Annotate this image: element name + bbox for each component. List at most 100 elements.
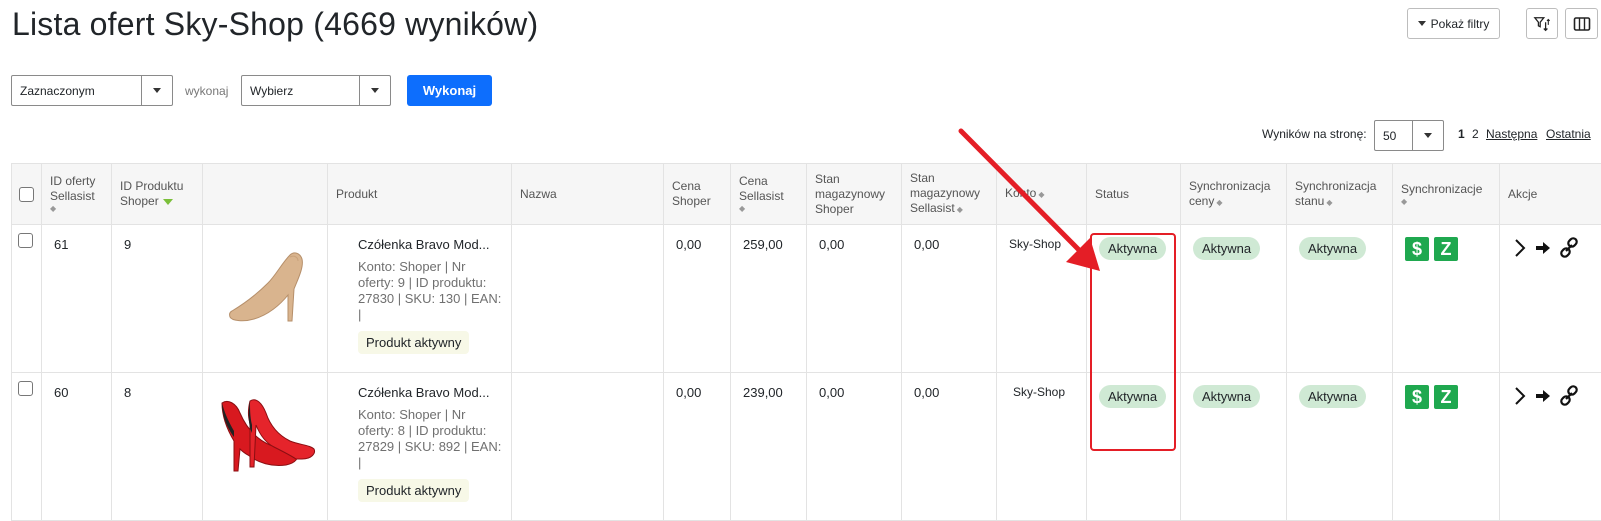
- syncs-cell: $Z: [1393, 225, 1500, 373]
- per-page-select[interactable]: 50: [1374, 120, 1444, 151]
- table-header-row: ID oferty Sellasist◆ ID Produktu Shoper …: [12, 164, 1601, 225]
- show-filters-button[interactable]: Pokaż filtry: [1407, 8, 1500, 39]
- next-page-link[interactable]: Następna: [1486, 127, 1537, 141]
- header-name: Nazwa: [512, 164, 664, 225]
- product-name[interactable]: Czółenka Bravo Mod...: [358, 385, 503, 400]
- row-checkbox[interactable]: [18, 233, 33, 248]
- link-icon[interactable]: [1558, 237, 1580, 259]
- last-page-link[interactable]: Ostatnia: [1546, 127, 1591, 141]
- offers-table: ID oferty Sellasist◆ ID Produktu Shoper …: [11, 163, 1601, 521]
- page-title: Lista ofert Sky-Shop (4669 wyników): [12, 6, 538, 43]
- product-id-cell: 9: [112, 225, 203, 373]
- header-sync-price[interactable]: Synchronizacja ceny◆: [1181, 164, 1287, 225]
- execute-button[interactable]: Wykonaj: [407, 75, 492, 106]
- sync-stock-badge: Aktywna: [1299, 237, 1366, 260]
- header-status: Status: [1087, 164, 1181, 225]
- bulk-action-value: Wybierz: [242, 84, 359, 98]
- link-icon[interactable]: [1558, 385, 1580, 407]
- dollar-sync-icon[interactable]: $: [1405, 237, 1429, 261]
- beige-heel-shoe: [210, 233, 320, 333]
- offer-id-cell: 60: [42, 373, 112, 521]
- sort-icon: ◆: [1401, 197, 1491, 207]
- dropdown-arrow-icon[interactable]: [359, 76, 390, 105]
- product-id-cell: 8: [112, 373, 203, 521]
- header-price-shoper: Cena Shoper: [664, 164, 731, 225]
- header-stock-shoper: Stan magazynowy Shoper: [807, 164, 902, 225]
- show-filters-label: Pokaż filtry: [1431, 17, 1490, 31]
- name-cell: [512, 373, 664, 521]
- sort-icon: ◆: [1216, 198, 1222, 207]
- row-checkbox[interactable]: [18, 381, 33, 396]
- select-all-cell: [12, 164, 42, 225]
- price-shoper-cell: 0,00: [664, 225, 731, 373]
- z-sync-icon[interactable]: Z: [1434, 237, 1458, 261]
- dropdown-arrow-icon[interactable]: [1412, 121, 1443, 150]
- page-2-link[interactable]: 2: [1472, 127, 1479, 141]
- header-product: Produkt: [328, 164, 512, 225]
- row-select-cell: [12, 373, 42, 521]
- columns-button[interactable]: [1565, 8, 1598, 39]
- per-page-value: 50: [1375, 129, 1412, 143]
- header-account[interactable]: Konto◆: [997, 164, 1087, 225]
- bulk-scope-select[interactable]: Zaznaczonym: [11, 75, 173, 106]
- filter-sort-button[interactable]: [1526, 8, 1558, 39]
- stock-shoper-cell: 0,00: [807, 225, 902, 373]
- header-price-sellasist[interactable]: Cena Sellasist◆: [731, 164, 807, 225]
- sync-price-badge: Aktywna: [1193, 385, 1260, 408]
- product-name[interactable]: Czółenka Bravo Mod...: [358, 237, 503, 252]
- price-sellasist-cell: 259,00: [731, 225, 807, 373]
- syncs-cell: $Z: [1393, 373, 1500, 521]
- product-meta: Konto: Shoper | Nr oferty: 9 | ID produk…: [358, 259, 503, 323]
- header-actions: Akcje: [1500, 164, 1601, 225]
- bulk-scope-value: Zaznaczonym: [12, 84, 141, 98]
- header-image: [203, 164, 328, 225]
- account-cell: Sky-Shop: [997, 373, 1087, 521]
- dollar-sync-icon[interactable]: $: [1405, 385, 1429, 409]
- price-shoper-cell: 0,00: [664, 373, 731, 521]
- table-row: 60 8 Czółenka Bravo Mod... Konto: Shoper…: [12, 373, 1601, 521]
- header-sync-stock[interactable]: Synchronizacja stanu◆: [1287, 164, 1393, 225]
- z-sync-icon[interactable]: Z: [1434, 385, 1458, 409]
- header-stock-sellasist[interactable]: Stan magazynowy Sellasist◆: [902, 164, 997, 225]
- image-cell: [203, 225, 328, 373]
- name-cell: [512, 225, 664, 373]
- actions-cell: [1500, 373, 1601, 521]
- arrow-right-icon[interactable]: [1534, 387, 1552, 405]
- table-row: 61 9 Czółenka Bravo Mod... Konto: Shoper…: [12, 225, 1601, 373]
- chevron-right-icon[interactable]: [1512, 385, 1528, 407]
- arrow-right-icon[interactable]: [1534, 239, 1552, 257]
- dropdown-arrow-icon[interactable]: [141, 76, 172, 105]
- chevron-right-icon[interactable]: [1512, 237, 1528, 259]
- sync-price-cell: Aktywna: [1181, 373, 1287, 521]
- stock-sellasist-cell: 0,00: [902, 373, 997, 521]
- offer-id-cell: 61: [42, 225, 112, 373]
- header-product-id[interactable]: ID Produktu Shoper: [112, 164, 203, 225]
- status-cell: Aktywna: [1087, 225, 1181, 373]
- bulk-action-label: wykonaj: [185, 84, 228, 98]
- sort-icon: ◆: [957, 205, 963, 214]
- sort-icon: ◆: [50, 204, 103, 214]
- select-all-checkbox[interactable]: [19, 187, 34, 202]
- caret-down-icon: [1418, 21, 1426, 26]
- account-cell: Sky-Shop: [997, 225, 1087, 373]
- actions-cell: [1500, 225, 1601, 373]
- sync-price-badge: Aktywna: [1193, 237, 1260, 260]
- image-cell: [203, 373, 328, 521]
- product-status-badge: Produkt aktywny: [358, 331, 469, 354]
- product-status-badge: Produkt aktywny: [358, 479, 469, 502]
- sort-icon: ◆: [1038, 190, 1044, 199]
- per-page-label: Wyników na stronę:: [1262, 127, 1367, 141]
- sync-stock-cell: Aktywna: [1287, 373, 1393, 521]
- bulk-action-select[interactable]: Wybierz: [241, 75, 391, 106]
- page-current: 1: [1458, 127, 1465, 141]
- header-syncs[interactable]: Synchronizacje◆: [1393, 164, 1500, 225]
- status-badge: Aktywna: [1099, 237, 1166, 260]
- product-meta: Konto: Shoper | Nr oferty: 8 | ID produk…: [358, 407, 503, 471]
- status-cell: Aktywna: [1087, 373, 1181, 521]
- sort-desc-icon: [163, 199, 173, 205]
- header-offer-id[interactable]: ID oferty Sellasist◆: [42, 164, 112, 225]
- product-cell: Czółenka Bravo Mod... Konto: Shoper | Nr…: [328, 373, 512, 521]
- row-select-cell: [12, 225, 42, 373]
- stock-shoper-cell: 0,00: [807, 373, 902, 521]
- sync-price-cell: Aktywna: [1181, 225, 1287, 373]
